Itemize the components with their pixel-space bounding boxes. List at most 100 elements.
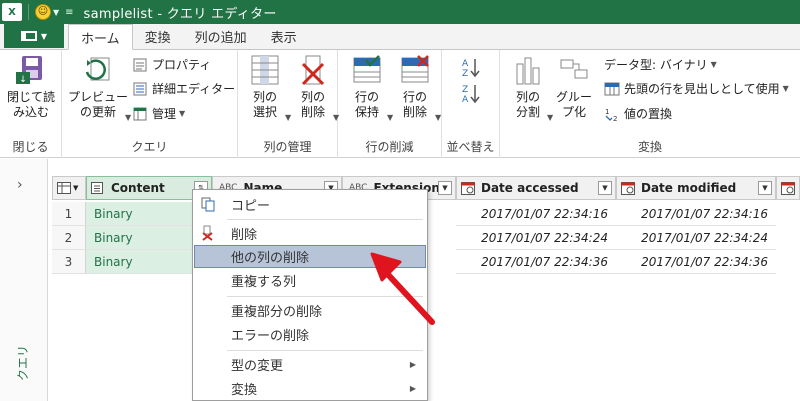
table-cell-date-modified[interactable]: 2017/01/07 22:34:36 [616,250,776,274]
replace-values-label: 値の置換 [624,107,673,121]
submenu-arrow-icon: ▶ [409,384,416,393]
manage-button[interactable]: 管理 ▼ [132,105,185,122]
column-header-label: Date modified [641,181,737,195]
save-close-icon: ↓ [16,56,42,85]
sort-ascending-icon: A Z [462,59,480,78]
keep-rows-icon [353,55,381,83]
use-first-row-headers-button[interactable]: 先頭の行を見出しとして使用 ▼ [604,80,789,97]
tab-add-column[interactable]: 列の追加 [183,24,259,49]
sort-descending-button[interactable]: Z A [460,82,482,104]
svg-text:2: 2 [613,115,617,122]
datetime-type-icon [781,182,795,195]
excel-logo-icon: X [2,3,22,21]
chevron-down-icon: ▼ [73,184,79,192]
table-cell-date-accessed[interactable]: 2017/01/07 22:34:16 [456,202,616,226]
split-column-button[interactable]: 列の 分割 ▼ [506,54,553,122]
menu-item-transform[interactable]: 変換 ▶ [194,377,426,400]
close-and-load-button[interactable]: ↓ 閉じて読 み込む [6,54,56,120]
svg-text:↓: ↓ [19,75,27,85]
column-header-date-modified[interactable]: Date modified ▼ [616,176,776,200]
group-sort: A Z Z A 並べ替え [442,50,500,158]
group-label-manage-columns: 列の管理 [263,140,312,154]
column-header-label: Date accessed [481,181,579,195]
group-by-label: グルー プ化 [555,90,592,119]
file-button[interactable]: ▼ [4,24,64,48]
group-label-reduce-rows: 行の削減 [365,140,414,154]
tab-transform[interactable]: 変換 [133,24,183,49]
row-number[interactable]: 2 [52,226,86,250]
use-first-row-headers-label: 先頭の行を見出しとして使用 [624,82,780,96]
delete-column-icon [202,225,213,241]
remove-rows-button[interactable]: 行の 削除 ▼ [392,54,441,122]
group-by-button[interactable]: グルー プ化 [552,54,596,120]
filter-dropdown-icon[interactable]: ▼ [758,181,772,195]
chevron-down-icon[interactable]: ▼ [53,8,59,17]
table-cell-date-accessed[interactable]: 2017/01/07 22:34:36 [456,250,616,274]
table-corner-button[interactable]: ▼ [52,176,86,200]
remove-rows-label: 行の 削除 [402,90,427,119]
group-manage-columns: 列の 選択 ▼ 列の 削除 ▼ 列の管理 [238,50,339,158]
advanced-editor-button[interactable]: 詳細エディター [132,80,235,97]
properties-button[interactable]: プロパティ [132,56,211,73]
menu-separator [227,219,423,220]
menu-item-change-type[interactable]: 型の変更 ▶ [194,353,426,376]
sort-ascending-button[interactable]: A Z [460,56,482,78]
properties-icon [133,58,147,71]
chevron-down-icon: ▼ [782,84,789,93]
data-type-dropdown[interactable]: データ型: バイナリ ▼ [604,56,717,73]
group-label-transform: 変換 [637,140,662,154]
menu-item-copy[interactable]: コピー [194,193,426,216]
datetime-type-icon [621,182,635,195]
copy-icon [201,197,215,212]
refresh-icon [85,57,110,81]
smiley-icon[interactable]: ☺ [35,4,51,20]
quick-access-icon[interactable]: ≡ [65,7,73,18]
svg-text:Z: Z [462,85,468,95]
menu-item-label: 変換 [231,383,258,398]
table-cell-date-accessed[interactable]: 2017/01/07 22:34:24 [456,226,616,250]
chevron-down-icon: ▼ [435,113,442,122]
filter-dropdown-icon[interactable]: ▼ [438,181,452,195]
chevron-right-icon[interactable]: › [17,177,23,193]
svg-text:A: A [462,59,469,69]
remove-columns-icon [301,55,325,86]
filter-dropdown-icon[interactable]: ▼ [598,181,612,195]
group-label-sort: 並べ替え [446,140,495,154]
row-number[interactable]: 3 [52,250,86,274]
choose-columns-button[interactable]: 列の 選択 ▼ [242,54,291,122]
refresh-preview-button[interactable]: プレビュー の更新 ▼ [66,54,131,122]
table-cell-date-modified[interactable]: 2017/01/07 22:34:24 [616,226,776,250]
column-header-label: Content [111,181,165,195]
menu-item-label: エラーの削除 [231,329,310,344]
chevron-down-icon: ▼ [40,31,48,41]
datetime-type-icon [461,182,475,195]
row-number[interactable]: 1 [52,202,86,226]
choose-columns-label: 列の 選択 [252,90,277,119]
tab-view[interactable]: 表示 [259,24,309,49]
close-and-load-label: 閉じて読 み込む [6,90,55,119]
table-cell-date-modified[interactable]: 2017/01/07 22:34:16 [616,202,776,226]
replace-values-button[interactable]: 12 値の置換 [604,105,672,122]
title-separator [28,4,29,20]
group-reduce-rows: 行の 保持 ▼ 行の 削除 ▼ 行の削減 [338,50,442,158]
column-header-date-accessed[interactable]: Date accessed ▼ [456,176,616,200]
tab-home[interactable]: ホーム [68,24,133,50]
choose-columns-icon [251,55,279,85]
menu-item-label: 型の変更 [231,359,284,374]
queries-pane-label: クエリ [16,344,30,381]
replace-values-icon: 12 [605,108,617,122]
list-type-icon [91,182,103,194]
keep-rows-label: 行の 保持 [354,90,379,119]
window-title: samplelist - クエリ エディター [83,6,277,22]
keep-rows-button[interactable]: 行の 保持 ▼ [344,54,393,122]
menu-item-label: 削除 [231,228,258,243]
column-header-next[interactable] [776,176,800,200]
menu-item-label: 他の列の削除 [231,251,310,266]
group-close: ↓ 閉じて読 み込む 閉じる [0,50,62,158]
remove-columns-button[interactable]: 列の 削除 ▼ [290,54,339,122]
queries-pane-collapsed[interactable]: › クエリ [0,159,48,401]
ribbon-tabs: ▼ ホーム 変換 列の追加 表示 [0,24,800,50]
title-bar: X ☺ ▼ ≡ samplelist - クエリ エディター [0,0,800,24]
chevron-down-icon: ▼ [125,113,132,122]
remove-columns-label: 列の 削除 [300,90,325,119]
